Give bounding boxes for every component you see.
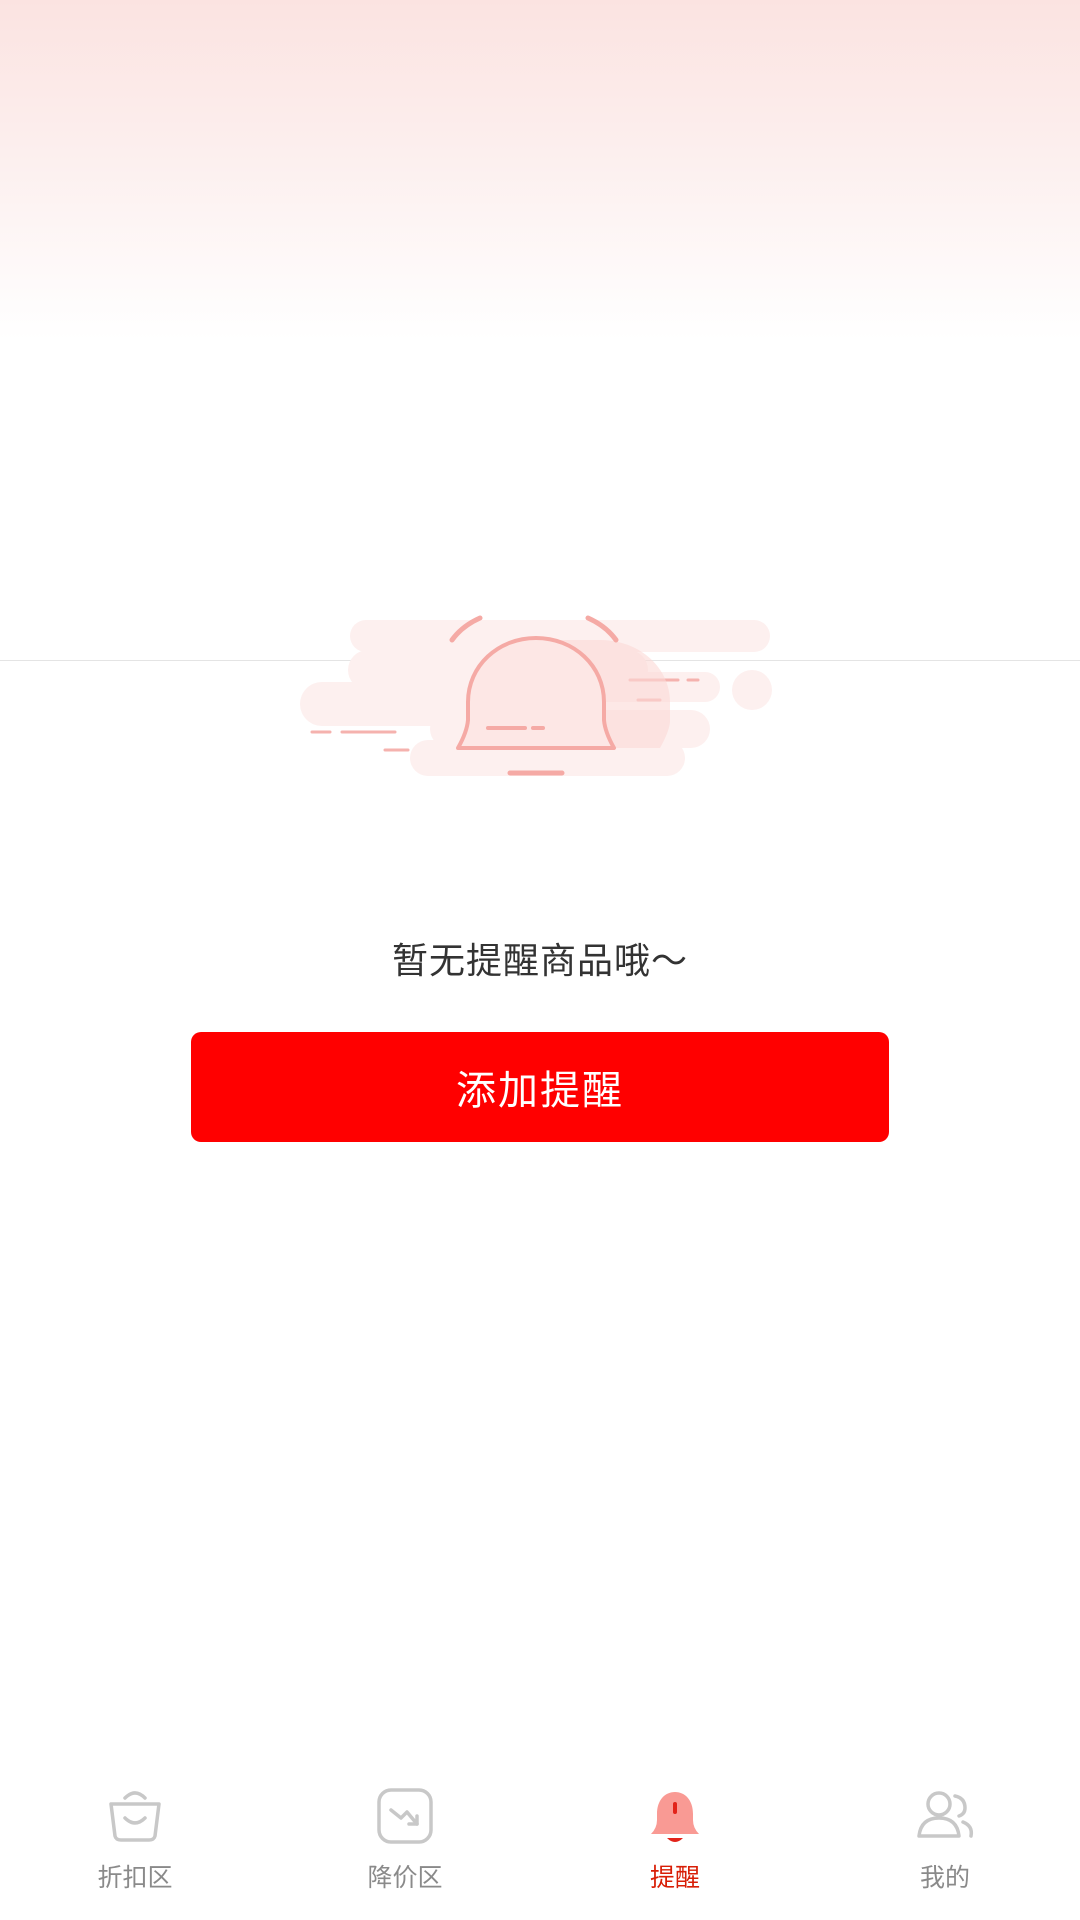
tab-label: 我的 (919, 1863, 970, 1892)
add-reminder-button[interactable]: 添加提醒 (191, 1032, 889, 1142)
empty-state-message: 暂无提醒商品哦～ (391, 941, 688, 982)
price-drop-icon (377, 1788, 433, 1844)
tab-label: 折扣区 (97, 1863, 173, 1892)
bottom-tab-bar: 折扣区 降价区 提醒 我的 (0, 1770, 1080, 1920)
empty-bell-illustration (300, 615, 772, 776)
header-background (0, 0, 1080, 340)
bell-icon (651, 1792, 699, 1842)
tab-price-drop[interactable]: 降价区 (270, 1770, 540, 1920)
tab-reminder[interactable]: 提醒 (540, 1770, 810, 1920)
shopping-basket-icon (109, 1791, 161, 1842)
tab-label: 提醒 (649, 1863, 700, 1892)
tab-label: 降价区 (367, 1863, 443, 1892)
tab-discount[interactable]: 折扣区 (0, 1770, 270, 1920)
user-profile-icon (917, 1791, 974, 1838)
tab-mine[interactable]: 我的 (810, 1770, 1080, 1920)
